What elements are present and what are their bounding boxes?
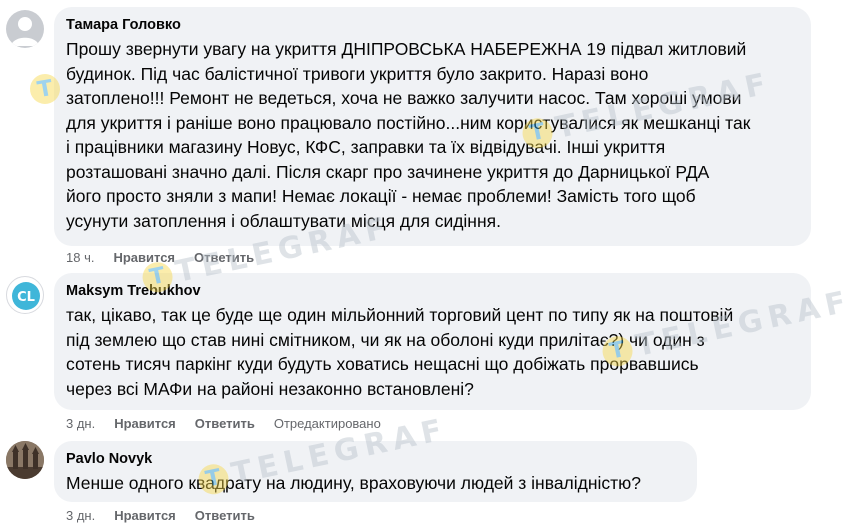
comment-line: через всі МАФи на районі незаконно встан… xyxy=(66,378,474,399)
comment-author[interactable]: Тамара Головко xyxy=(66,16,799,35)
reply-button[interactable]: Ответить xyxy=(195,416,255,431)
comment-actions: 3 дн. Нравится Ответить Отредактировано xyxy=(66,416,381,431)
comment-actions: 3 дн. Нравится Ответить xyxy=(66,508,255,523)
comment-bubble: Тамара Головко Прошу звернути увагу на у… xyxy=(54,7,811,246)
comment-line: під землею що став нині смітником, чи як… xyxy=(66,329,705,350)
comment-line: затоплено!!! Ремонт не ведеться, хоча не… xyxy=(66,88,742,108)
comment-actions: 18 ч. Нравится Ответить xyxy=(66,250,254,265)
avatar-label: CL xyxy=(17,290,35,305)
comment-line: Прошу звернути увагу на укриття ДНІПРОВС… xyxy=(66,39,747,59)
comment-line: сотень тисяч паркінг куди будуть ховатис… xyxy=(66,354,699,374)
reply-button[interactable]: Ответить xyxy=(195,508,255,523)
avatar[interactable]: CL xyxy=(6,276,44,314)
comment-text: так, цікаво, так це буде ще один мільйон… xyxy=(66,303,799,401)
like-button[interactable]: Нравится xyxy=(113,250,175,265)
reply-button[interactable]: Ответить xyxy=(194,250,254,265)
like-button[interactable]: Нравится xyxy=(114,416,176,431)
profile-photo-icon xyxy=(6,441,44,479)
default-user-icon xyxy=(11,17,39,46)
comment-bubble: Pavlo Novyk Менше одного квадрату на люд… xyxy=(54,441,697,502)
comment-line: так, цікаво, так це буде ще один мільйон… xyxy=(66,305,734,325)
comment-text: Прошу звернути увагу на укриття ДНІПРОВС… xyxy=(66,37,799,233)
comment-text: Менше одного квадрату на людину, врахову… xyxy=(66,471,685,496)
avatar[interactable] xyxy=(6,10,44,48)
comment-line: усунути затоплення і облаштувати місця д… xyxy=(66,210,501,231)
avatar[interactable] xyxy=(6,441,44,479)
comment-author[interactable]: Pavlo Novyk xyxy=(66,450,685,469)
comment-line: розташовані значно далі. Після скарг про… xyxy=(66,161,710,182)
comment-timestamp[interactable]: 3 дн. xyxy=(66,508,95,523)
comment-bubble: Maksym Trebukhov так, цікаво, так це буд… xyxy=(54,273,811,410)
comment-line: Менше одного квадрату на людину, врахову… xyxy=(66,473,642,493)
comment-line: для укриття і раніше воно працювало пост… xyxy=(66,112,751,133)
comment-line: будинок. Під час балістичної тривоги укр… xyxy=(66,63,649,84)
comment-line: його просто зняли з мапи! Немає локації … xyxy=(66,186,696,206)
like-button[interactable]: Нравится xyxy=(114,508,176,523)
edited-label: Отредактировано xyxy=(273,416,381,431)
comment-line: і працівники магазину Новус, КФС, заправ… xyxy=(66,137,666,157)
comment-timestamp[interactable]: 18 ч. xyxy=(66,250,94,265)
comment-timestamp[interactable]: 3 дн. xyxy=(66,416,95,431)
cl-logo-icon: CL xyxy=(12,282,40,310)
comment-author[interactable]: Maksym Trebukhov xyxy=(66,282,799,301)
